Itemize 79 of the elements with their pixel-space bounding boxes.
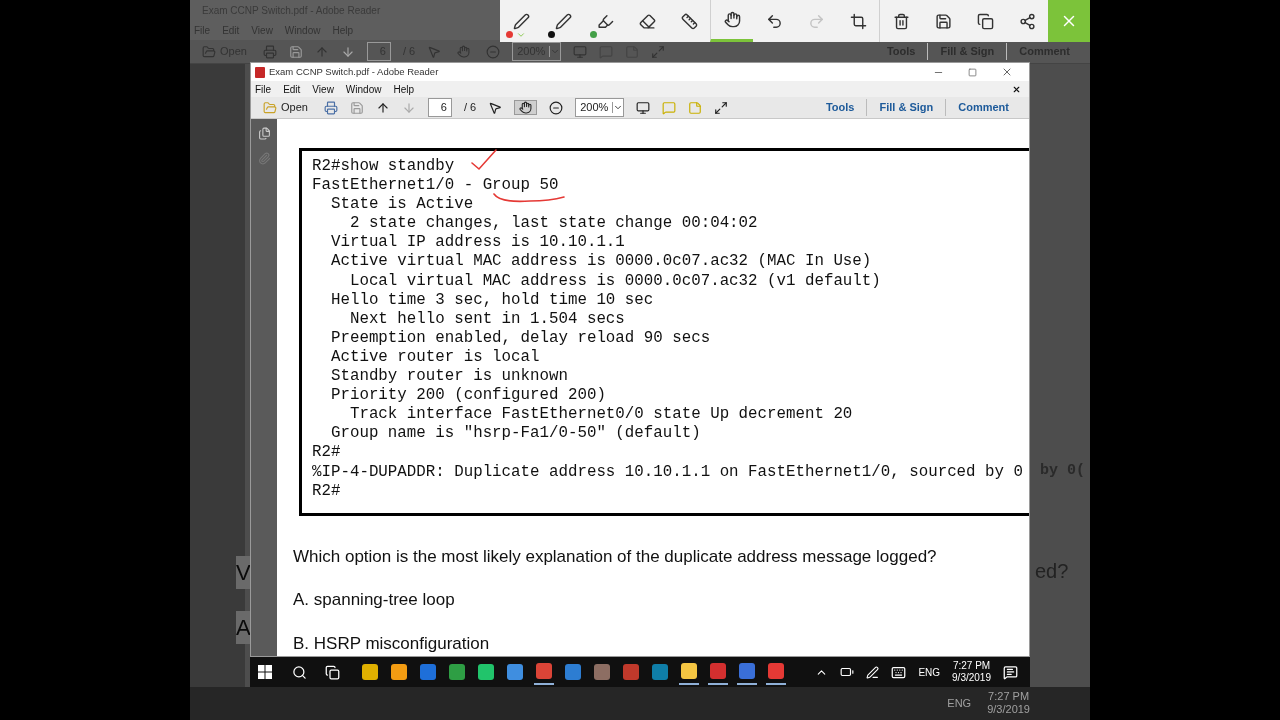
question-text: Which option is the most likely explanation of the duplicate address message logged? [293, 545, 938, 568]
page-count: / 6 [463, 100, 477, 116]
terminal-line: Preemption enabled, delay reload 90 secs [329, 328, 711, 348]
pen-icon [512, 12, 530, 30]
menu-item[interactable]: Window [345, 81, 382, 97]
language-indicator[interactable]: ENG [918, 664, 941, 680]
notification-icon[interactable] [1003, 664, 1018, 680]
open-button[interactable]: Open [259, 99, 312, 116]
answer-option: A. spanning-tree loop [293, 587, 455, 613]
hand-icon [723, 11, 741, 28]
terminal-line: R2# [312, 443, 341, 463]
dropdown-caret-icon[interactable] [549, 46, 561, 57]
share-icon [1018, 12, 1036, 30]
paperclip-icon[interactable] [257, 152, 271, 165]
print-icon[interactable] [323, 100, 338, 115]
copy-icon [976, 12, 994, 30]
zoom-field[interactable]: 200% [575, 98, 625, 117]
menu-item[interactable]: File [255, 81, 272, 97]
terminal-line: %IP-4-DUPADDR: Duplicate address 10.10.1.1 on FastEthernet1/0, sourced by 0 [312, 462, 1023, 482]
clock-date: 9/3/2019 [987, 703, 1030, 717]
page-text: A [236, 611, 251, 644]
pdf-icon [255, 66, 265, 78]
clock-date[interactable]: 9/3/2019 [952, 672, 991, 685]
terminal-line: R2#show standby [312, 157, 455, 177]
window-title: Exam CCNP Switch.pdf - Adobe Reader [269, 64, 439, 79]
next-page-icon[interactable] [340, 44, 355, 59]
cursor-icon[interactable] [488, 100, 503, 115]
expand-icon[interactable] [714, 100, 729, 115]
terminal-line: Priority 200 (configured 200) [329, 386, 606, 406]
terminal-line: Hello time 3 sec, hold time 10 sec [329, 290, 654, 310]
monitor-icon[interactable] [636, 100, 651, 115]
folder-icon [263, 100, 277, 115]
terminal-line: R2# [312, 481, 341, 501]
terminal-line: Standby router is unknown [329, 367, 568, 387]
dropdown-caret-icon[interactable] [612, 102, 624, 113]
hand-tool-button[interactable] [514, 100, 538, 115]
windows-logo-icon[interactable] [258, 665, 272, 679]
save-icon [934, 12, 952, 30]
panel-button[interactable]: Tools [813, 99, 867, 116]
battery-icon[interactable] [840, 665, 855, 679]
pen-icon [554, 12, 572, 30]
ruler-icon [680, 12, 698, 30]
page-field[interactable]: 6 [427, 98, 452, 117]
clock-time[interactable]: 7:27 PM [952, 659, 991, 672]
panel-button[interactable]: Fill & Sign [866, 99, 946, 116]
task-view-icon[interactable] [325, 664, 340, 680]
caret-icon [516, 30, 526, 40]
close-icon[interactable] [1001, 66, 1013, 78]
search-icon[interactable] [292, 664, 307, 680]
pages-icon[interactable] [257, 127, 271, 140]
terminal-line: Local virtual MAC address is 0000.0c07.ac32 (v1 default) [348, 271, 881, 291]
terminal-line: Active router is local [329, 347, 540, 368]
language-indicator: ENG [947, 696, 972, 711]
touch-button[interactable] [710, 0, 753, 42]
keyboard-icon[interactable] [891, 664, 907, 680]
clock-time: 7:27 PM [988, 689, 1030, 704]
highlighter-icon [596, 12, 614, 30]
terminal-line: Virtual IP address is 10.10.1.1 [329, 233, 625, 253]
page-text: V [236, 556, 251, 589]
save-icon[interactable] [288, 44, 303, 59]
folder-icon [202, 44, 216, 59]
zoom-out-icon[interactable] [549, 100, 564, 115]
menu-item[interactable]: Edit [283, 81, 301, 97]
previous-page-icon[interactable] [375, 100, 390, 115]
menu-item[interactable]: View [312, 81, 334, 97]
menu-item[interactable]: Help [393, 81, 414, 97]
answer-option: B. HSRP misconfiguration [293, 630, 490, 656]
terminal-line: 2 state changes, last state change 00:04:02 [348, 214, 758, 234]
delete-icon [892, 12, 910, 30]
terminal-line: Next hello sent in 1.504 secs [348, 309, 625, 329]
terminal-line: Track interface FastEthernet0/0 state Up decrement 20 [348, 405, 853, 425]
close-document-icon[interactable] [1012, 84, 1021, 94]
terminal-line: Active virtual MAC address is 0000.0c07.ac32 (MAC In Use) [329, 252, 872, 272]
panel-button[interactable]: Comment [945, 99, 1021, 116]
terminal-line: State is Active [329, 195, 474, 215]
pen-icon[interactable] [866, 665, 880, 679]
terminal-line: FastEthernet1/0 - Group 50 [312, 176, 559, 196]
eraser-icon [638, 12, 656, 30]
terminal-line: Group name is "hsrp-Fa1/0-50" (default) [329, 424, 701, 444]
